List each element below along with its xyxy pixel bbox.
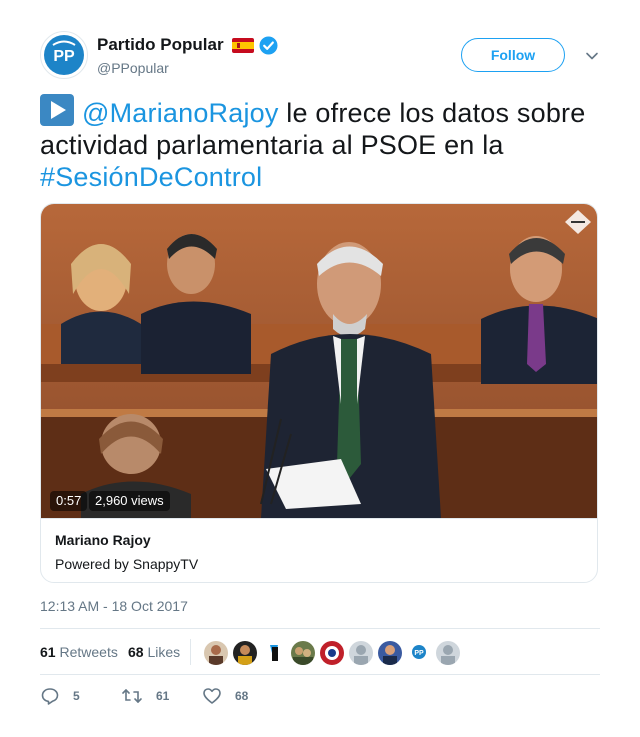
follow-button[interactable]: Follow bbox=[461, 38, 565, 72]
hashtag-link[interactable]: #SesiónDeControl bbox=[40, 162, 262, 192]
chevron-down-icon[interactable] bbox=[584, 48, 600, 64]
retweets-label: Retweets bbox=[59, 644, 118, 660]
avatar[interactable]: PP bbox=[406, 640, 432, 666]
spain-flag-icon bbox=[231, 37, 254, 53]
avatar[interactable] bbox=[435, 640, 461, 666]
name-row: Partido Popular bbox=[97, 35, 278, 55]
reply-action[interactable]: 5 bbox=[40, 686, 80, 706]
tweet-header: PP Partido Popular @PPopular Follow bbox=[40, 31, 600, 79]
retweet-icon bbox=[122, 689, 142, 703]
card-subtitle: Powered by SnappyTV bbox=[55, 556, 199, 572]
tweet-timestamp[interactable]: 12:13 AM - 18 Oct 2017 bbox=[40, 598, 188, 614]
avatar[interactable] bbox=[377, 640, 403, 666]
video-duration: 0:57 bbox=[50, 491, 88, 511]
video-card[interactable]: 0:57 2,960 views Mariano Rajoy Powered b… bbox=[40, 203, 598, 583]
reply-count: 5 bbox=[73, 689, 80, 703]
tweet-stats: 61 Retweets 68 Likes PP bbox=[40, 628, 600, 675]
avatar[interactable] bbox=[290, 640, 316, 666]
mention-link[interactable]: @MarianoRajoy bbox=[82, 98, 279, 128]
video-views: 2,960 views bbox=[89, 491, 170, 511]
video-player[interactable]: 0:57 2,960 views bbox=[41, 204, 597, 518]
likes-count: 68 bbox=[128, 644, 144, 660]
svg-text:PP: PP bbox=[414, 650, 424, 657]
display-name[interactable]: Partido Popular bbox=[97, 35, 224, 55]
play-button-emoji bbox=[40, 94, 74, 126]
user-handle[interactable]: @PPopular bbox=[97, 60, 169, 76]
avatar[interactable] bbox=[319, 640, 345, 666]
heart-icon bbox=[203, 688, 221, 704]
avatar[interactable] bbox=[261, 640, 287, 666]
like-count: 68 bbox=[235, 689, 249, 703]
retweets-stat[interactable]: 61 Retweets bbox=[40, 644, 118, 660]
retweet-action[interactable]: 61 bbox=[121, 686, 169, 706]
expand-icon[interactable] bbox=[563, 208, 593, 236]
verified-badge-icon bbox=[259, 36, 278, 55]
retweet-count: 61 bbox=[156, 689, 170, 703]
stats-divider bbox=[190, 639, 191, 665]
likes-stat[interactable]: 68 Likes bbox=[128, 644, 180, 660]
like-action[interactable]: 68 bbox=[202, 686, 248, 706]
card-meta[interactable]: Mariano Rajoy Powered by SnappyTV bbox=[41, 518, 597, 582]
avatar[interactable] bbox=[203, 640, 229, 666]
avatar[interactable] bbox=[232, 640, 258, 666]
retweets-count: 61 bbox=[40, 644, 56, 660]
tweet-actions: 5 61 68 bbox=[40, 686, 600, 710]
svg-text:PP: PP bbox=[53, 48, 75, 65]
avatar[interactable] bbox=[348, 640, 374, 666]
reply-icon bbox=[41, 688, 59, 705]
pp-logo-icon[interactable]: PP bbox=[40, 31, 88, 79]
likes-label: Likes bbox=[147, 644, 181, 660]
tweet-text: @MarianoRajoy le ofrece los datos sobre … bbox=[40, 94, 605, 193]
card-title: Mariano Rajoy bbox=[55, 532, 151, 548]
